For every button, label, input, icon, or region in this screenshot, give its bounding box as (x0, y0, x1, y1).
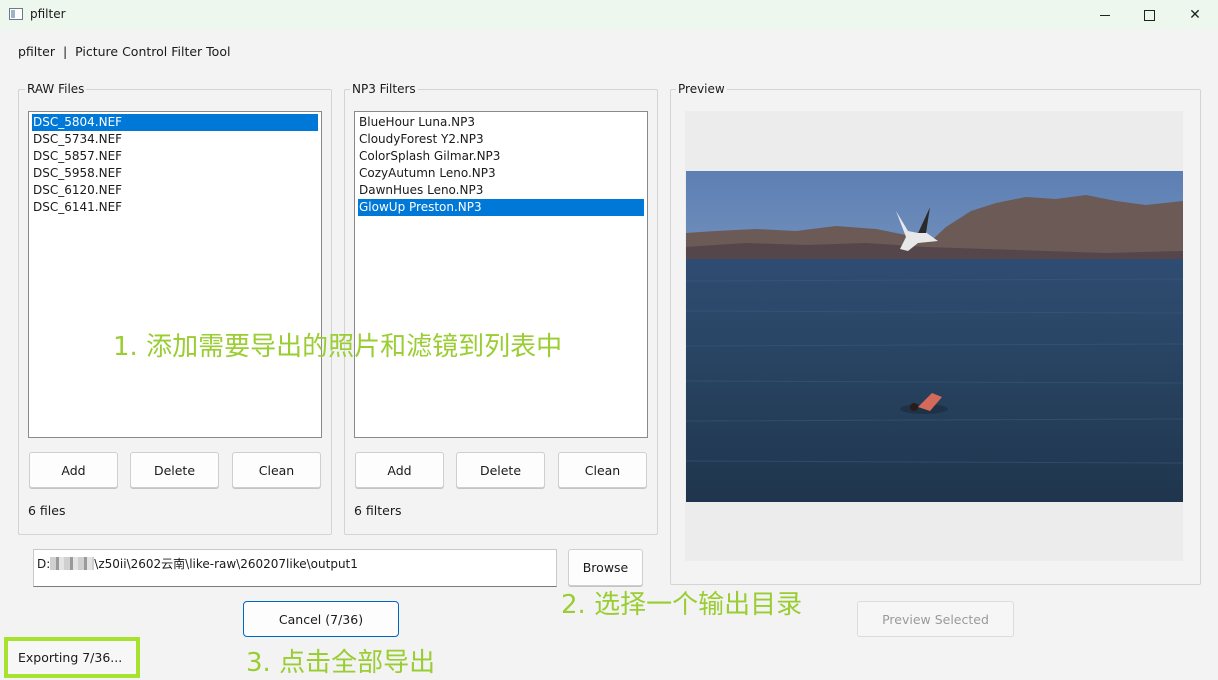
np3-delete-button[interactable]: Delete (456, 452, 545, 488)
close-button[interactable]: ✕ (1172, 0, 1218, 30)
redacted-path-segment (50, 557, 95, 570)
minimize-icon (1100, 14, 1110, 16)
output-path-field[interactable]: D: \z50ii\2602云南\like-raw\260207like\outp… (33, 549, 557, 587)
np3-add-button[interactable]: Add (355, 452, 444, 488)
preview-label: Preview (676, 82, 727, 96)
list-item[interactable]: CloudyForest Y2.NP3 (358, 131, 644, 148)
raw-files-label: RAW Files (25, 82, 87, 96)
list-item[interactable]: CozyAutumn Leno.NP3 (358, 165, 644, 182)
browse-button[interactable]: Browse (568, 549, 643, 586)
list-item[interactable]: DSC_5857.NEF (32, 148, 318, 165)
status-text: Exporting 7/36... (18, 650, 123, 665)
np3-filters-label: NP3 Filters (350, 82, 418, 96)
maximize-button[interactable] (1126, 0, 1172, 30)
list-item[interactable]: GlowUp Preston.NP3 (358, 199, 644, 216)
raw-add-button[interactable]: Add (29, 452, 118, 488)
np3-clean-button[interactable]: Clean (558, 452, 647, 488)
np3-filters-count: 6 filters (354, 503, 402, 518)
preview-image (686, 171, 1183, 502)
app-header: pfilter | Picture Control Filter Tool (18, 44, 231, 59)
annotation-step1: 1. 添加需要导出的照片和滤镜到列表中 (113, 332, 563, 362)
list-item[interactable]: BlueHour Luna.NP3 (358, 114, 644, 131)
preview-selected-button[interactable]: Preview Selected (857, 601, 1014, 637)
title-bar (0, 0, 1218, 30)
np3-filters-list[interactable]: BlueHour Luna.NP3 CloudyForest Y2.NP3 Co… (354, 111, 648, 438)
minimize-button[interactable] (1082, 0, 1128, 30)
list-item[interactable]: DSC_5958.NEF (32, 165, 318, 182)
maximize-icon (1143, 9, 1155, 21)
status-bar: Exporting 7/36... (4, 637, 140, 678)
annotation-step2: 2. 选择一个输出目录 (561, 590, 803, 620)
list-item[interactable]: DSC_5734.NEF (32, 131, 318, 148)
path-suffix: \z50ii\2602云南\like-raw\260207like\output… (94, 557, 358, 571)
list-item[interactable]: DawnHues Leno.NP3 (358, 182, 644, 199)
window-title: pfilter (30, 7, 66, 21)
raw-files-count: 6 files (28, 503, 66, 518)
list-item[interactable]: ColorSplash Gilmar.NP3 (358, 148, 644, 165)
list-item[interactable]: DSC_6141.NEF (32, 199, 318, 216)
list-item[interactable]: DSC_5804.NEF (32, 114, 318, 131)
cancel-export-button[interactable]: Cancel (7/36) (243, 601, 399, 637)
close-icon: ✕ (1189, 7, 1201, 23)
annotation-step3: 3. 点击全部导出 (246, 648, 436, 678)
app-icon (9, 8, 23, 20)
raw-clean-button[interactable]: Clean (232, 452, 321, 488)
raw-files-list[interactable]: DSC_5804.NEF DSC_5734.NEF DSC_5857.NEF D… (28, 111, 322, 438)
list-item[interactable]: DSC_6120.NEF (32, 182, 318, 199)
path-prefix: D: (37, 557, 51, 571)
raw-delete-button[interactable]: Delete (130, 452, 219, 488)
